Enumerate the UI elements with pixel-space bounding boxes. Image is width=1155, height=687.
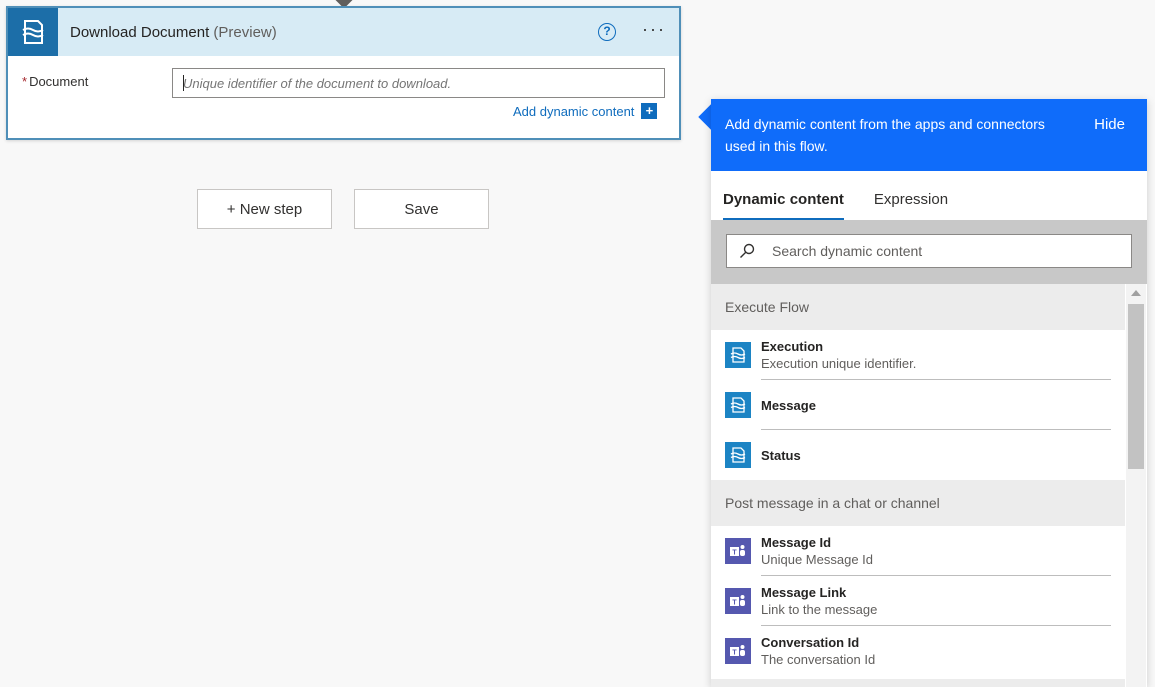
document-flow-icon xyxy=(8,8,58,56)
execute-flow-icon xyxy=(725,342,751,368)
svg-text:T: T xyxy=(732,650,737,657)
next-group-header-strip xyxy=(711,679,1125,687)
hide-button[interactable]: Hide xyxy=(1094,114,1125,136)
card-header[interactable]: Download Document (Preview) ? ··· xyxy=(8,8,679,56)
panel-message: Add dynamic content from the apps and co… xyxy=(725,116,1045,154)
item-title: Conversation Id xyxy=(761,635,860,650)
search-placeholder: Search dynamic content xyxy=(772,243,923,259)
execute-flow-icon xyxy=(725,392,751,418)
save-button[interactable]: Save xyxy=(354,189,489,229)
item-title: Message xyxy=(761,397,816,413)
tab-expression[interactable]: Expression xyxy=(874,191,948,220)
dynamic-content-list: Execute Flow Execution Execution unique … xyxy=(711,284,1125,676)
panel-header: Add dynamic content from the apps and co… xyxy=(711,99,1147,171)
item-title: Message Link xyxy=(761,585,847,600)
plus-icon: + xyxy=(641,103,658,119)
scroll-thumb[interactable] xyxy=(1128,304,1144,469)
card-preview-tag: (Preview) xyxy=(213,23,277,41)
panel-scrollbar[interactable] xyxy=(1126,284,1146,687)
new-step-button[interactable]: + New step xyxy=(197,189,332,229)
item-desc: Unique Message Id xyxy=(761,552,874,567)
teams-icon: T xyxy=(725,638,751,664)
search-icon xyxy=(739,243,755,259)
text-caret xyxy=(183,75,184,91)
item-desc: The conversation Id xyxy=(761,652,876,667)
list-item[interactable]: T Message Id Unique Message Id xyxy=(711,526,1125,576)
list-item[interactable]: Execution Execution unique identifier. xyxy=(711,330,1125,380)
add-dynamic-content-link[interactable]: Add dynamic content + xyxy=(513,103,658,119)
document-input[interactable] xyxy=(172,68,665,98)
search-band: Search dynamic content xyxy=(711,220,1147,284)
list-item[interactable]: Status xyxy=(711,430,1125,480)
help-circle-icon[interactable]: ? xyxy=(598,23,616,41)
add-dynamic-content-text: Add dynamic content xyxy=(513,103,635,119)
svg-text:T: T xyxy=(732,600,737,607)
panel-tabs: Dynamic content Expression xyxy=(711,171,1147,220)
item-title: Execution xyxy=(761,339,824,354)
more-dots-icon[interactable]: ··· xyxy=(642,20,666,38)
document-label-text: Document xyxy=(29,74,89,89)
list-item[interactable]: T Conversation Id The conversation Id xyxy=(711,626,1125,676)
card-title-text: Download Document xyxy=(70,23,210,41)
tab-dynamic-content[interactable]: Dynamic content xyxy=(723,191,844,220)
list-item[interactable]: Message xyxy=(711,380,1125,430)
item-title: Status xyxy=(761,447,801,463)
document-field-label: * Document xyxy=(22,74,88,89)
item-title: Message Id xyxy=(761,535,832,550)
scroll-up-arrow-icon[interactable] xyxy=(1131,290,1141,296)
group-header-post-message[interactable]: Post message in a chat or channel xyxy=(711,480,1125,526)
teams-icon: T xyxy=(725,588,751,614)
item-desc: Link to the message xyxy=(761,602,878,617)
card-title: Download Document (Preview) xyxy=(70,24,277,41)
list-item[interactable]: T Message Link Link to the message xyxy=(711,576,1125,626)
group-header-execute-flow[interactable]: Execute Flow xyxy=(711,284,1125,330)
svg-text:T: T xyxy=(732,550,737,557)
required-mark: * xyxy=(22,74,28,89)
execute-flow-icon xyxy=(725,442,751,468)
teams-icon: T xyxy=(725,538,751,564)
search-input[interactable]: Search dynamic content xyxy=(726,234,1132,268)
item-desc: Execution unique identifier. xyxy=(761,356,917,371)
download-document-card: Download Document (Preview) ? ··· * Docum… xyxy=(6,6,681,140)
dynamic-content-panel: Add dynamic content from the apps and co… xyxy=(711,99,1147,687)
